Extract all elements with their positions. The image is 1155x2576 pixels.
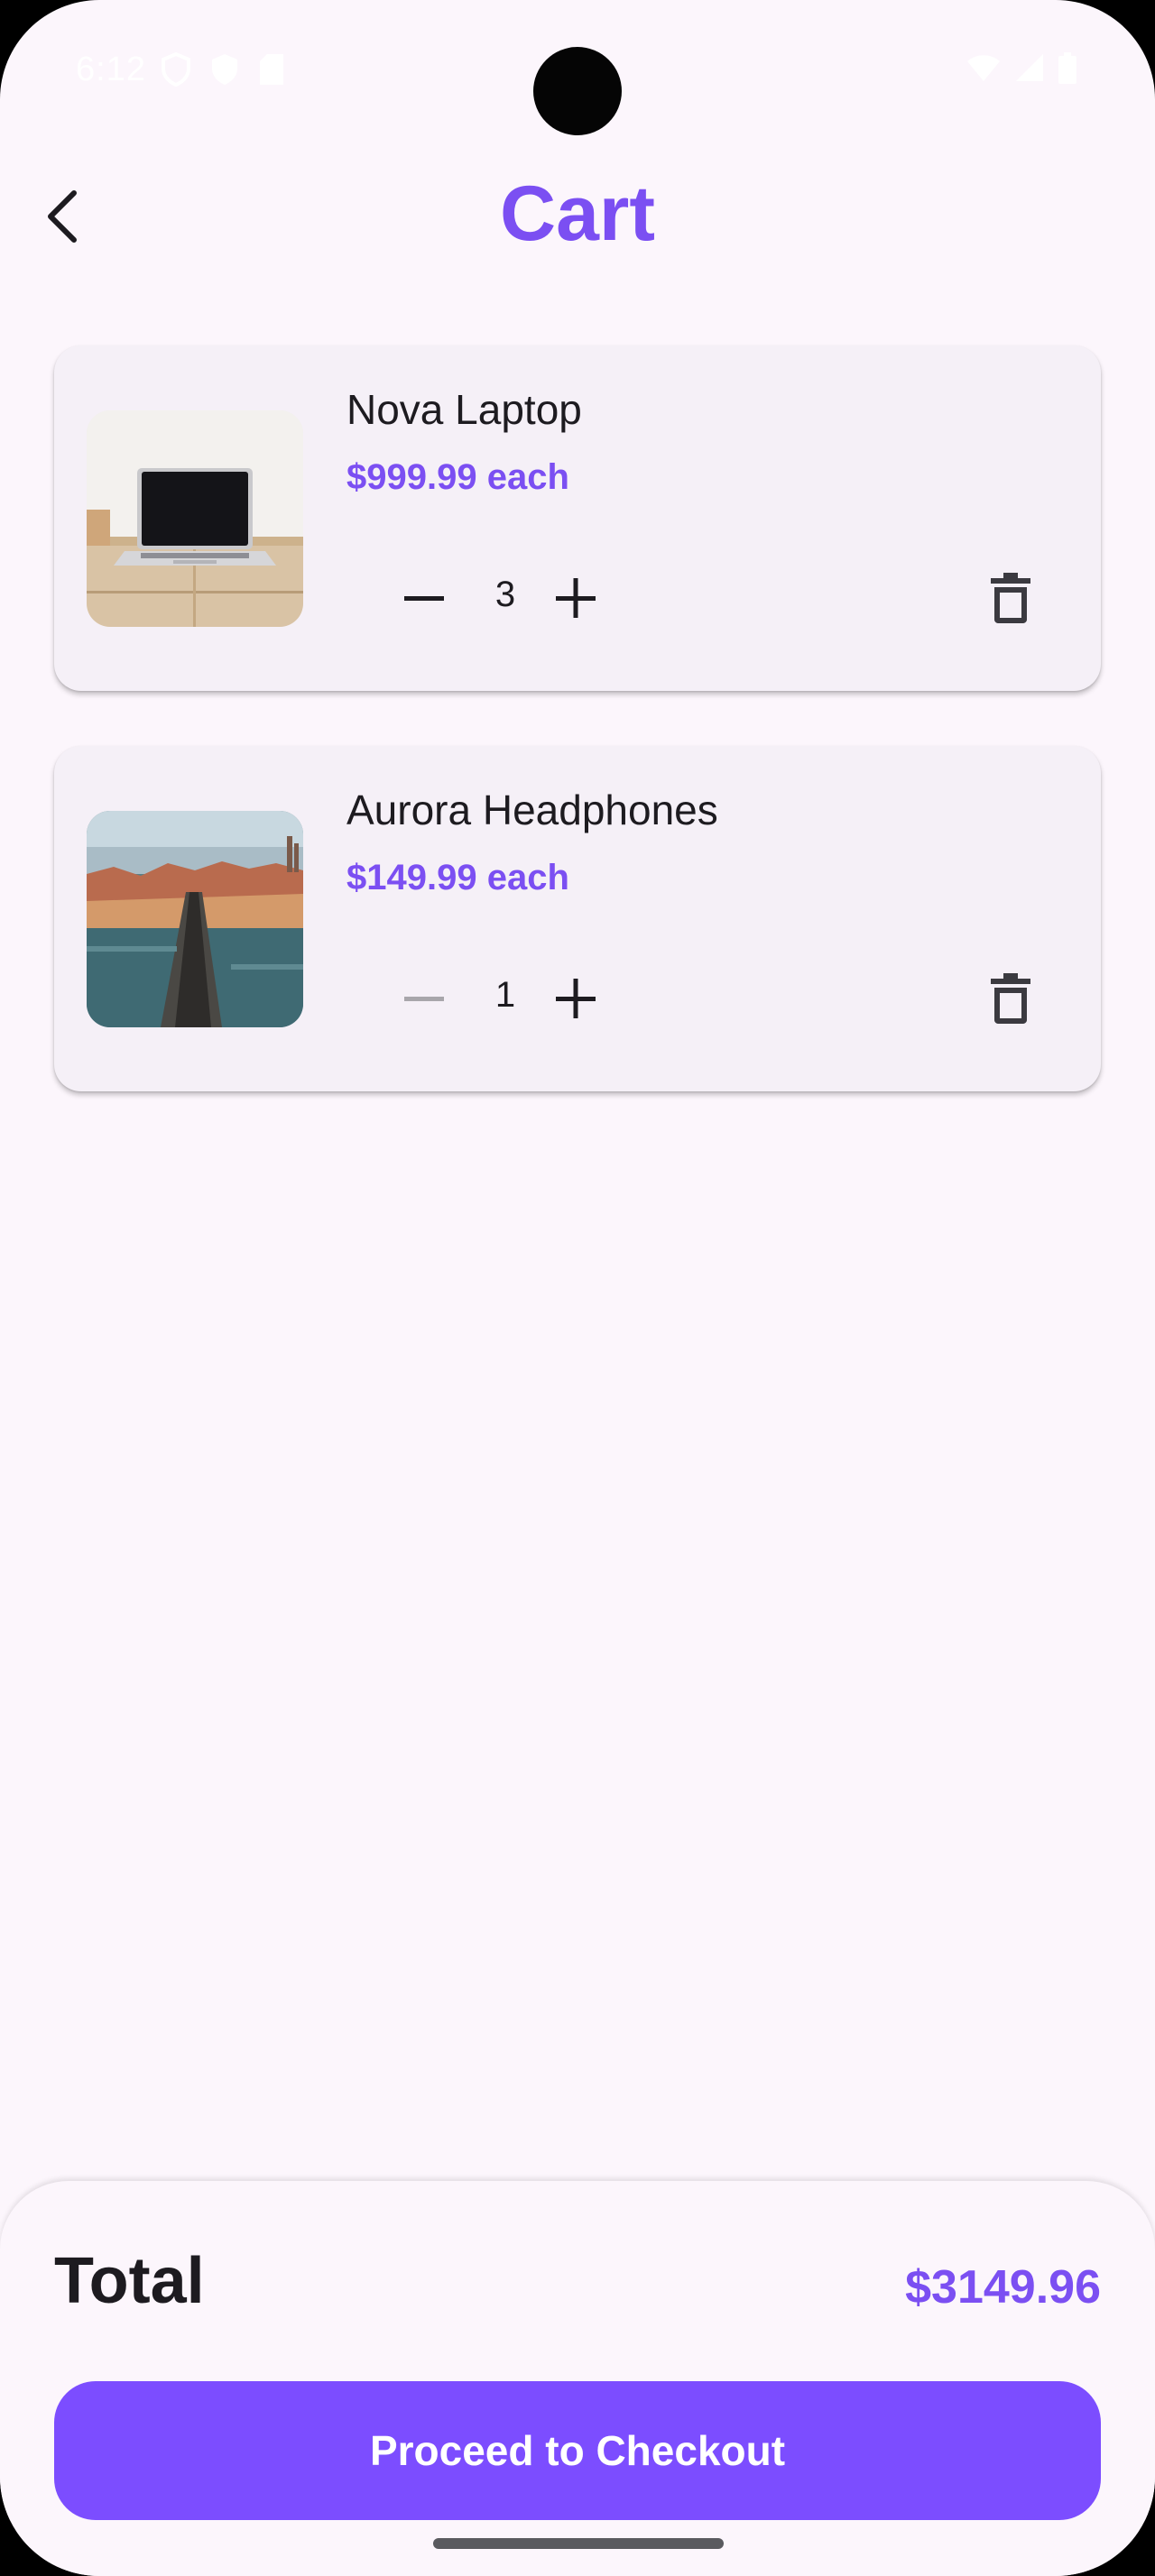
checkout-summary: Total $3149.96 Proceed to Checkout	[0, 2181, 1155, 2576]
sd-card-icon	[260, 54, 283, 85]
camera-cutout	[533, 47, 622, 135]
delete-button[interactable]	[975, 562, 1047, 634]
decrement-button[interactable]	[386, 962, 462, 1035]
quantity-stepper: 3	[404, 562, 695, 634]
trash-icon	[991, 973, 1030, 1024]
app-header: Cart	[0, 162, 1155, 271]
status-time: 6:12	[76, 51, 146, 88]
city-bridge-photo	[87, 811, 303, 1027]
checkout-button[interactable]: Proceed to Checkout	[54, 2381, 1101, 2520]
battery-icon	[1058, 52, 1076, 84]
product-image	[87, 811, 303, 1027]
cart-list: Nova Laptop $999.99 each 3 Aurora Headph…	[54, 345, 1101, 1146]
minus-icon	[404, 997, 444, 1001]
security-shield-icon	[212, 54, 237, 85]
item-price: $149.99 each	[346, 858, 569, 897]
app-screen: 6:12 Cart Nova Laptop $999.99 each 3 Aur…	[0, 0, 1155, 2576]
home-indicator[interactable]	[433, 2538, 724, 2549]
decrement-button[interactable]	[386, 562, 462, 634]
laptop-photo	[87, 410, 303, 627]
total-label: Total	[54, 2245, 205, 2317]
product-image	[87, 410, 303, 627]
cart-item-card: Aurora Headphones $149.99 each 1	[54, 746, 1101, 1091]
item-price: $999.99 each	[346, 457, 569, 497]
cart-item-card: Nova Laptop $999.99 each 3	[54, 345, 1101, 691]
quantity-value: 1	[494, 975, 516, 1015]
increment-button[interactable]	[538, 562, 614, 634]
status-icons-right	[966, 52, 1077, 85]
cell-signal-icon	[1016, 54, 1043, 81]
trash-icon	[991, 573, 1030, 623]
quantity-stepper: 1	[404, 962, 695, 1035]
item-name: Aurora Headphones	[346, 787, 718, 833]
status-icons-left	[161, 52, 285, 87]
quantity-value: 3	[494, 575, 516, 614]
total-value: $3149.96	[905, 2261, 1101, 2314]
minus-icon	[404, 596, 444, 601]
wifi-icon	[967, 55, 1000, 81]
vpn-shield-icon	[162, 52, 190, 87]
page-title: Cart	[499, 170, 656, 257]
plus-icon	[556, 578, 596, 618]
increment-button[interactable]	[538, 962, 614, 1035]
plus-icon	[556, 979, 596, 1018]
item-name: Nova Laptop	[346, 386, 582, 433]
delete-button[interactable]	[975, 962, 1047, 1035]
